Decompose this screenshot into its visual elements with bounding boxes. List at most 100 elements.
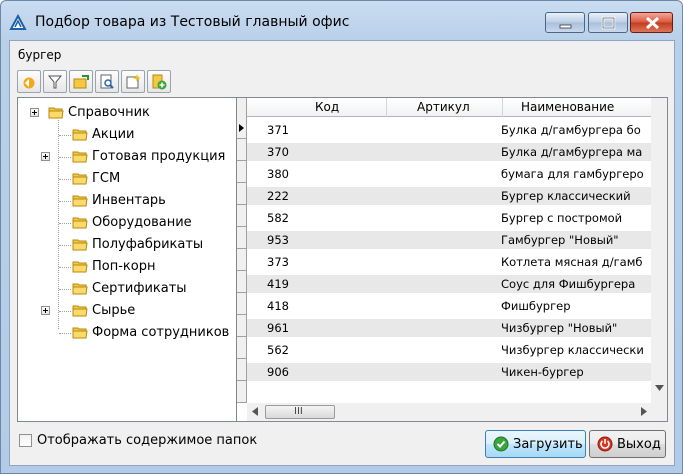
cell-name: Гамбургер "Новый"	[501, 233, 619, 247]
tree-item[interactable]: ГСМ	[18, 168, 238, 190]
row-indicator[interactable]	[237, 249, 247, 271]
row-indicator[interactable]	[237, 337, 247, 359]
scroll-left-icon[interactable]	[252, 407, 258, 416]
tree-item[interactable]: Готовая продукция	[18, 146, 238, 168]
table-row[interactable]: 373 Котлета мясная д/гамб	[247, 253, 651, 271]
cell-code: 371	[267, 123, 289, 137]
tree-item-label: Инвентарь	[92, 193, 166, 208]
cell-name: Бургер классический	[501, 189, 631, 203]
row-indicator[interactable]	[237, 271, 247, 293]
add-button[interactable]	[147, 70, 171, 93]
table-row[interactable]: 371 Булка д/гамбургера бо	[247, 121, 651, 139]
row-indicator[interactable]	[237, 161, 247, 183]
cell-code: 380	[267, 167, 289, 181]
cell-code: 906	[267, 365, 289, 379]
show-folder-contents-checkbox[interactable]	[19, 434, 32, 447]
maximize-icon	[601, 16, 616, 30]
tree-item[interactable]: Сырье	[18, 300, 238, 322]
column-header-code[interactable]: Код	[315, 100, 339, 114]
preview-button[interactable]	[95, 70, 119, 93]
title-bar[interactable]: Подбор товара из Тестовый главный офис	[1, 1, 682, 41]
cell-code: 562	[267, 343, 289, 357]
cell-code: 222	[267, 189, 289, 203]
table-row[interactable]: 418 Фишбургер	[247, 297, 651, 315]
folder-icon	[72, 129, 88, 141]
expand-icon[interactable]	[41, 306, 50, 315]
table-row[interactable]: 953 Гамбургер "Новый"	[247, 231, 651, 249]
load-button[interactable]: Загрузить	[485, 430, 586, 458]
table-row[interactable]: 370 Булка д/гамбургера ма	[247, 143, 651, 161]
row-indicator[interactable]	[237, 139, 247, 161]
exit-button[interactable]: Выход	[589, 430, 666, 458]
row-indicator[interactable]	[237, 117, 247, 139]
window-title: Подбор товара из Тестовый главный офис	[35, 14, 350, 30]
tree-item-label: Поп-корн	[92, 259, 156, 274]
tree-item[interactable]: Инвентарь	[18, 190, 238, 212]
tree-item[interactable]: Оборудование	[18, 212, 238, 234]
expand-icon[interactable]	[30, 108, 39, 117]
expand-icon[interactable]	[41, 152, 50, 161]
new-item-icon	[126, 74, 141, 89]
table-row[interactable]: 906 Чикен-бургер	[247, 363, 651, 381]
row-indicator[interactable]	[237, 227, 247, 249]
folder-icon	[72, 305, 88, 317]
scroll-down-icon[interactable]	[655, 385, 664, 391]
tree-item-label: Оборудование	[92, 215, 192, 230]
product-grid[interactable]: Код Артикул Наименование 371 Булка д/гамб…	[236, 97, 668, 422]
folder-icon	[72, 151, 88, 163]
row-indicator[interactable]	[237, 205, 247, 227]
cell-name: Булка д/гамбургера ма	[501, 145, 643, 159]
close-button[interactable]	[630, 12, 673, 33]
column-header-article[interactable]: Артикул	[417, 100, 470, 114]
exit-button-label: Выход	[617, 437, 661, 452]
vertical-scrollbar[interactable]	[651, 98, 667, 403]
scroll-corner	[651, 403, 667, 421]
minimize-button[interactable]	[545, 12, 585, 33]
grid-header: Код Артикул Наименование	[247, 98, 664, 117]
column-header-name[interactable]: Наименование	[521, 100, 614, 114]
filter-button[interactable]	[43, 70, 67, 93]
exit-icon	[597, 436, 613, 452]
maximize-button[interactable]	[588, 12, 628, 33]
row-indicator[interactable]	[237, 359, 247, 381]
category-tree[interactable]: Справочник Акции Готовая продукция ГСМ Инве…	[17, 97, 241, 422]
row-indicator[interactable]	[237, 293, 247, 315]
tree-item[interactable]: Сертификаты	[18, 278, 238, 300]
tree-item[interactable]: Форма сотрудников	[18, 322, 238, 344]
tree-item-label: Сырье	[92, 303, 136, 318]
tree-item-root[interactable]: Справочник	[18, 102, 238, 124]
tree-item[interactable]: Акции	[18, 124, 238, 146]
folder-icon	[72, 173, 88, 185]
cell-code: 961	[267, 321, 289, 335]
new-item-button[interactable]	[121, 70, 145, 93]
cell-name: Соус для Фишбургера	[501, 277, 636, 291]
cell-code: 582	[267, 211, 289, 225]
cell-name: Чизбургер классически	[501, 343, 644, 357]
tree-item-label: Полуфабрикаты	[92, 237, 204, 252]
show-folder-contents-label: Отображать содержимое папок	[37, 433, 258, 448]
row-indicator[interactable]	[237, 315, 247, 337]
tree-item[interactable]: Полуфабрикаты	[18, 234, 238, 256]
table-row[interactable]: 961 Чизбургер "Новый"	[247, 319, 651, 337]
table-row[interactable]: 419 Соус для Фишбургера	[247, 275, 651, 293]
row-indicator[interactable]	[237, 381, 247, 403]
table-row[interactable]: 582 Бургер с постромой	[247, 209, 651, 227]
table-row[interactable]: 380 бумага для гамбургеро	[247, 165, 651, 183]
scroll-right-icon[interactable]	[641, 407, 647, 416]
edit-folder-icon	[73, 75, 89, 89]
horizontal-scrollbar[interactable]: III	[247, 403, 651, 421]
table-row[interactable]: 562 Чизбургер классически	[247, 341, 651, 359]
row-indicator[interactable]	[237, 183, 247, 205]
table-row[interactable]: 222 Бургер классический	[247, 187, 651, 205]
scroll-thumb[interactable]: III	[265, 405, 335, 419]
tree-item-label: Сертификаты	[92, 281, 187, 296]
refresh-button[interactable]	[17, 70, 41, 93]
edit-folder-button[interactable]	[69, 70, 93, 93]
row-indicator-column	[237, 98, 247, 403]
folder-icon	[72, 195, 88, 207]
cell-name: Чизбургер "Новый"	[501, 321, 618, 335]
add-icon	[152, 74, 167, 90]
cell-code: 953	[267, 233, 289, 247]
tree-item[interactable]: Поп-корн	[18, 256, 238, 278]
cell-name: бумага для гамбургеро	[501, 167, 644, 181]
